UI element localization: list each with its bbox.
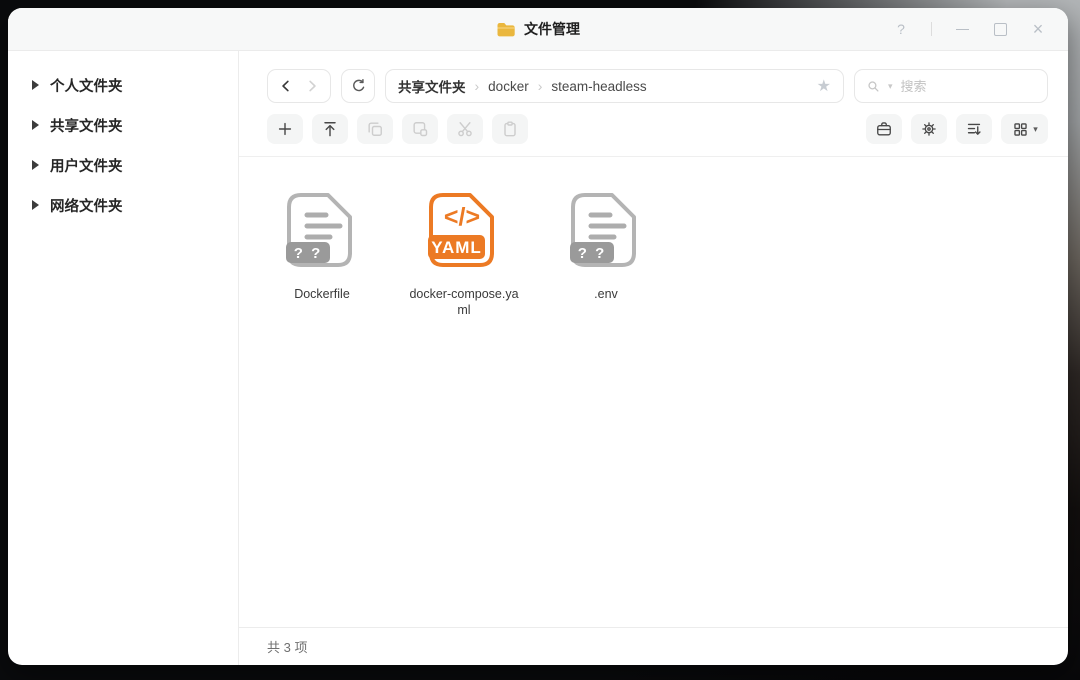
minimize-button[interactable] (954, 21, 970, 37)
chevron-right-icon[interactable] (32, 120, 39, 130)
copy-icon (365, 119, 385, 139)
settings-button[interactable] (911, 114, 947, 144)
grid-icon (1011, 120, 1030, 139)
chevron-right-icon (302, 76, 322, 96)
back-button[interactable] (274, 74, 298, 98)
favorite-star-icon[interactable]: ★ (817, 76, 831, 96)
scissors-icon (455, 119, 475, 139)
page-title: 文件管理 (524, 19, 580, 39)
window-title-group: 文件管理 (496, 19, 580, 39)
file-name: docker-compose.yaml (408, 286, 520, 319)
file-manager-window: 文件管理 ? × 个人文件夹 共享文件夹 用户文件夹 (8, 8, 1068, 665)
toolbar: ▾ (239, 103, 1068, 156)
chevron-right-icon[interactable] (32, 160, 39, 170)
breadcrumb-root[interactable]: 共享文件夹 (398, 76, 466, 96)
chevron-right-icon[interactable] (32, 80, 39, 90)
search-box: ▾ (854, 69, 1048, 103)
titlebar: 文件管理 ? × (8, 8, 1068, 51)
sidebar-item-network-folder[interactable]: 网络文件夹 (8, 185, 238, 225)
file-item-env[interactable]: ? ? .env (547, 189, 665, 302)
search-scope-caret-icon[interactable]: ▾ (888, 81, 893, 92)
upload-button[interactable] (312, 114, 348, 144)
copy-button[interactable] (357, 114, 393, 144)
svg-text:YAML: YAML (431, 238, 482, 257)
status-bar: 共 3 项 (239, 627, 1068, 665)
caret-down-icon: ▾ (1033, 124, 1038, 135)
sidebar-item-shared-folder[interactable]: 共享文件夹 (8, 105, 238, 145)
minimize-icon (956, 29, 969, 30)
close-icon: × (1033, 20, 1044, 38)
controls-divider (931, 22, 932, 36)
breadcrumb-separator: › (538, 78, 543, 94)
forward-button[interactable] (300, 74, 324, 98)
file-item-dockerfile[interactable]: ? ? Dockerfile (263, 189, 381, 302)
sidebar-item-label: 用户文件夹 (50, 155, 123, 176)
sidebar-item-personal-folder[interactable]: 个人文件夹 (8, 65, 238, 105)
refresh-icon (349, 77, 368, 96)
breadcrumb-docker[interactable]: docker (488, 79, 529, 94)
file-item-docker-compose-yaml[interactable]: </> YAML docker-compose.yaml (405, 189, 523, 319)
search-icon (865, 78, 882, 95)
clipboard-icon (500, 119, 520, 139)
sidebar-item-label: 网络文件夹 (50, 195, 123, 216)
window-controls: ? × (893, 8, 1046, 50)
sidebar-item-label: 个人文件夹 (50, 75, 123, 96)
refresh-button[interactable] (341, 69, 375, 103)
duplicate-button[interactable] (402, 114, 438, 144)
help-button[interactable]: ? (893, 21, 909, 37)
upload-icon (320, 119, 340, 139)
maximize-icon (994, 23, 1007, 36)
cut-button[interactable] (447, 114, 483, 144)
yaml-file-icon: </> YAML (425, 189, 503, 271)
file-name: Dockerfile (266, 286, 378, 302)
maximize-button[interactable] (992, 21, 1008, 37)
briefcase-icon (874, 119, 894, 139)
view-mode-button[interactable]: ▾ (1001, 114, 1048, 144)
sort-button[interactable] (956, 114, 992, 144)
svg-text:</>: </> (444, 203, 480, 231)
gear-icon (919, 119, 939, 139)
sidebar-item-label: 共享文件夹 (50, 115, 123, 136)
chevron-right-icon[interactable] (32, 200, 39, 210)
paste-button[interactable] (492, 114, 528, 144)
new-button[interactable] (267, 114, 303, 144)
breadcrumb-separator: › (475, 78, 480, 94)
duplicate-icon (410, 119, 430, 139)
unknown-file-icon: ? ? (567, 189, 645, 271)
navigation-bar: 共享文件夹 › docker › steam-headless ★ ▾ (239, 51, 1068, 103)
chevron-left-icon (276, 76, 296, 96)
search-input[interactable] (899, 78, 1037, 95)
plus-icon (275, 119, 295, 139)
history-buttons (267, 69, 331, 103)
item-count: 共 3 项 (267, 637, 307, 656)
sort-icon (964, 119, 984, 139)
folder-icon (496, 21, 516, 37)
svg-text:? ?: ? ? (294, 245, 323, 262)
file-grid: ? ? Dockerfile </> YAML docker-compose.y… (239, 157, 1068, 627)
sidebar-item-user-folder[interactable]: 用户文件夹 (8, 145, 238, 185)
close-button[interactable]: × (1030, 21, 1046, 37)
svg-text:? ?: ? ? (578, 245, 607, 262)
tasks-button[interactable] (866, 114, 902, 144)
unknown-file-icon: ? ? (283, 189, 361, 271)
breadcrumb: 共享文件夹 › docker › steam-headless ★ (385, 69, 844, 103)
main-panel: 共享文件夹 › docker › steam-headless ★ ▾ (239, 51, 1068, 665)
sidebar: 个人文件夹 共享文件夹 用户文件夹 网络文件夹 (8, 51, 239, 665)
breadcrumb-steam-headless[interactable]: steam-headless (551, 79, 646, 94)
file-name: .env (550, 286, 662, 302)
